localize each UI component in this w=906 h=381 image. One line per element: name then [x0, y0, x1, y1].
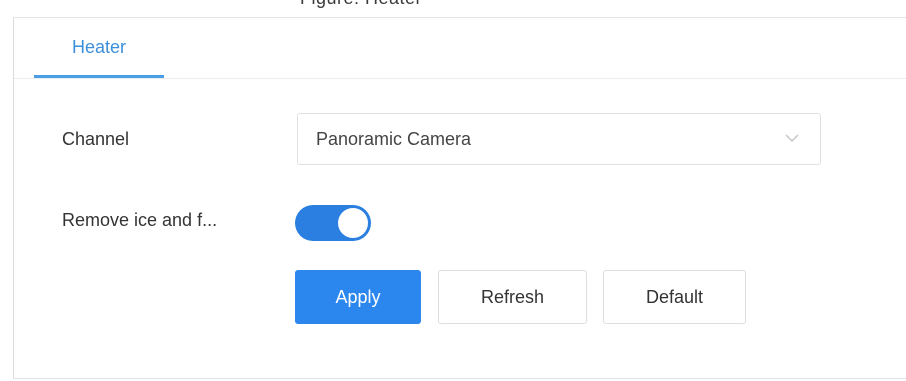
chevron-down-icon: [785, 134, 799, 143]
figure-caption: Figure: Heater: [300, 0, 422, 9]
channel-select[interactable]: Panoramic Camera: [297, 113, 821, 165]
remove-ice-toggle[interactable]: [295, 205, 371, 241]
heater-settings-panel: Heater Channel Panoramic Camera Remove i…: [13, 17, 906, 379]
default-button[interactable]: Default: [603, 270, 746, 324]
apply-button[interactable]: Apply: [295, 270, 421, 324]
channel-select-value: Panoramic Camera: [316, 129, 472, 149]
remove-ice-label: Remove ice and f...: [62, 210, 218, 230]
refresh-button[interactable]: Refresh: [438, 270, 587, 324]
tab-heater[interactable]: Heater: [34, 18, 164, 78]
channel-label: Channel: [62, 129, 130, 149]
tab-bar: Heater: [14, 18, 906, 79]
toggle-knob: [338, 208, 368, 238]
